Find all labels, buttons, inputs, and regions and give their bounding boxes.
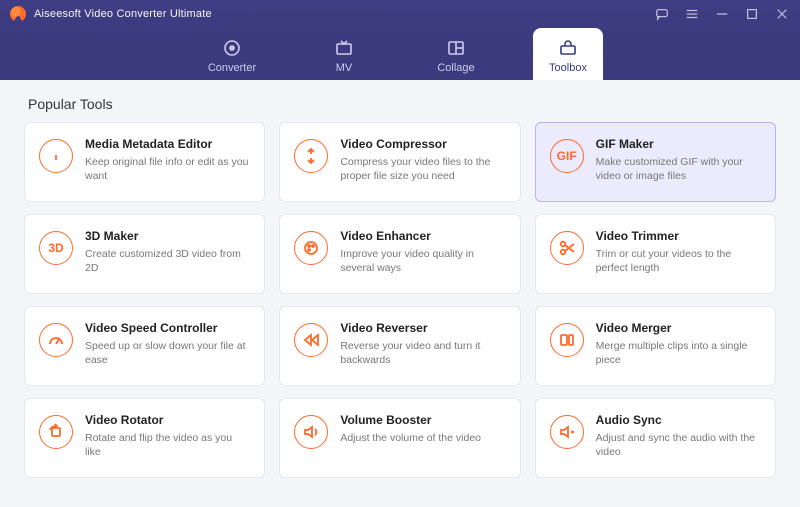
tool-icon-wrap <box>550 231 584 265</box>
tool-title: Video Trimmer <box>596 229 761 243</box>
collage-icon <box>446 38 466 58</box>
tool-desc: Reverse your video and turn it backwards <box>340 339 505 367</box>
tool-desc: Merge multiple clips into a single piece <box>596 339 761 367</box>
toolbox-body: Popular Tools Media Metadata Editor Keep… <box>0 80 800 507</box>
close-button[interactable] <box>774 6 790 22</box>
tab-label: Collage <box>437 62 474 74</box>
gif-icon: GIF <box>557 149 577 163</box>
tool-icon-wrap <box>39 139 73 173</box>
tool-text: Video Rotator Rotate and flip the video … <box>85 413 250 459</box>
mv-icon <box>334 38 354 58</box>
tool-text: GIF Maker Make customized GIF with your … <box>596 137 761 183</box>
titlebar: Aiseesoft Video Converter Ultimate <box>0 0 800 28</box>
volume-icon <box>302 423 320 441</box>
tool-text: Video Enhancer Improve your video qualit… <box>340 229 505 275</box>
tab-converter[interactable]: Converter <box>197 28 267 80</box>
converter-icon <box>222 38 242 58</box>
tool-text: Volume Booster Adjust the volume of the … <box>340 413 505 445</box>
tab-mv[interactable]: MV <box>309 28 379 80</box>
window-controls <box>654 6 790 22</box>
tab-label: MV <box>336 62 353 74</box>
menu-button[interactable] <box>684 6 700 22</box>
tool-title: Video Reverser <box>340 321 505 335</box>
tool-desc: Speed up or slow down your file at ease <box>85 339 250 367</box>
tool-title: Video Rotator <box>85 413 250 427</box>
toolbox-icon <box>558 38 578 58</box>
tool-title: Video Speed Controller <box>85 321 250 335</box>
rewind-icon <box>302 331 320 349</box>
tool-card-3dmaker[interactable]: 3D 3D Maker Create customized 3D video f… <box>24 214 265 294</box>
tool-desc: Trim or cut your videos to the perfect l… <box>596 247 761 275</box>
tool-card-enhancer[interactable]: Video Enhancer Improve your video qualit… <box>279 214 520 294</box>
tool-desc: Rotate and flip the video as you like <box>85 431 250 459</box>
tool-icon-wrap <box>294 231 328 265</box>
tool-desc: Create customized 3D video from 2D <box>85 247 250 275</box>
tool-card-speed[interactable]: Video Speed Controller Speed up or slow … <box>24 306 265 386</box>
tool-icon-wrap <box>39 415 73 449</box>
feedback-button[interactable] <box>654 6 670 22</box>
tool-title: GIF Maker <box>596 137 761 151</box>
tool-icon-wrap <box>550 323 584 357</box>
audiosync-icon <box>558 423 576 441</box>
tool-text: Video Trimmer Trim or cut your videos to… <box>596 229 761 275</box>
tool-card-trimmer[interactable]: Video Trimmer Trim or cut your videos to… <box>535 214 776 294</box>
app-logo-icon <box>10 6 26 22</box>
tool-title: Audio Sync <box>596 413 761 427</box>
tab-label: Toolbox <box>549 62 587 74</box>
tool-icon-wrap: 3D <box>39 231 73 265</box>
scissors-icon <box>558 239 576 257</box>
gauge-icon <box>47 331 65 349</box>
palette-icon <box>302 239 320 257</box>
tool-title: Volume Booster <box>340 413 505 427</box>
3d-icon: 3D <box>48 241 63 255</box>
tool-desc: Keep original file info or edit as you w… <box>85 155 250 183</box>
tool-card-gifmaker[interactable]: GIF GIF Maker Make customized GIF with y… <box>535 122 776 202</box>
maximize-button[interactable] <box>744 6 760 22</box>
tab-toolbox[interactable]: Toolbox <box>533 28 603 80</box>
tool-card-merger[interactable]: Video Merger Merge multiple clips into a… <box>535 306 776 386</box>
tool-card-audiosync[interactable]: Audio Sync Adjust and sync the audio wit… <box>535 398 776 478</box>
tool-title: Video Enhancer <box>340 229 505 243</box>
rotate-icon <box>47 423 65 441</box>
app-title: Aiseesoft Video Converter Ultimate <box>34 8 212 20</box>
tool-desc: Make customized GIF with your video or i… <box>596 155 761 183</box>
minimize-button[interactable] <box>714 6 730 22</box>
tool-icon-wrap: GIF <box>550 139 584 173</box>
tool-desc: Compress your video files to the proper … <box>340 155 505 183</box>
tab-label: Converter <box>208 62 256 74</box>
info-icon <box>47 147 65 165</box>
merge-icon <box>558 331 576 349</box>
tool-title: Media Metadata Editor <box>85 137 250 151</box>
tab-collage[interactable]: Collage <box>421 28 491 80</box>
tool-grid: Media Metadata Editor Keep original file… <box>24 122 776 478</box>
tool-text: 3D Maker Create customized 3D video from… <box>85 229 250 275</box>
tool-card-metadata[interactable]: Media Metadata Editor Keep original file… <box>24 122 265 202</box>
tool-title: Video Compressor <box>340 137 505 151</box>
tool-text: Video Reverser Reverse your video and tu… <box>340 321 505 367</box>
tool-icon-wrap <box>294 415 328 449</box>
tool-title: Video Merger <box>596 321 761 335</box>
tool-text: Media Metadata Editor Keep original file… <box>85 137 250 183</box>
tool-text: Video Merger Merge multiple clips into a… <box>596 321 761 367</box>
section-title: Popular Tools <box>28 96 776 112</box>
tool-text: Audio Sync Adjust and sync the audio wit… <box>596 413 761 459</box>
tool-card-reverser[interactable]: Video Reverser Reverse your video and tu… <box>279 306 520 386</box>
compress-icon <box>302 147 320 165</box>
tool-desc: Adjust and sync the audio with the video <box>596 431 761 459</box>
tool-title: 3D Maker <box>85 229 250 243</box>
tool-card-compressor[interactable]: Video Compressor Compress your video fil… <box>279 122 520 202</box>
tool-desc: Adjust the volume of the video <box>340 431 505 445</box>
tool-icon-wrap <box>39 323 73 357</box>
tool-icon-wrap <box>294 139 328 173</box>
tool-text: Video Compressor Compress your video fil… <box>340 137 505 183</box>
tool-card-rotator[interactable]: Video Rotator Rotate and flip the video … <box>24 398 265 478</box>
tool-icon-wrap <box>550 415 584 449</box>
main-nav: Converter MV Collage Toolbox <box>0 28 800 80</box>
app-header: Aiseesoft Video Converter Ultimate Conve… <box>0 0 800 80</box>
tool-text: Video Speed Controller Speed up or slow … <box>85 321 250 367</box>
tool-card-volume[interactable]: Volume Booster Adjust the volume of the … <box>279 398 520 478</box>
tool-desc: Improve your video quality in several wa… <box>340 247 505 275</box>
tool-icon-wrap <box>294 323 328 357</box>
